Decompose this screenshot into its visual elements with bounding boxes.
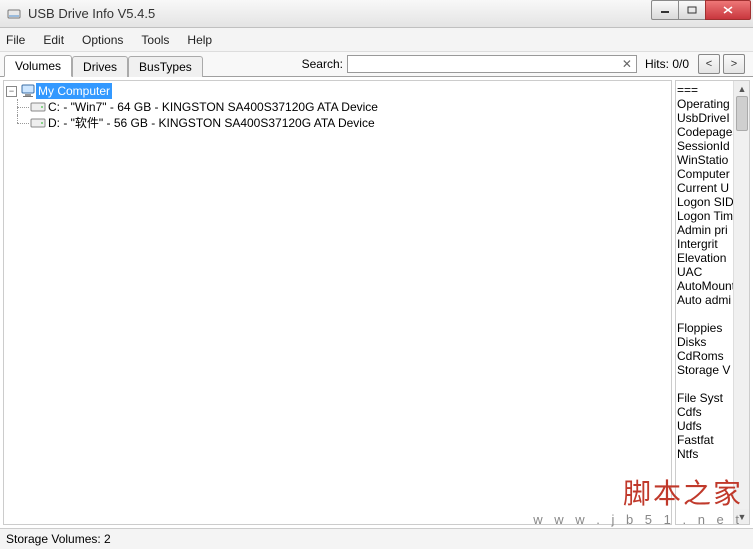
window-controls bbox=[652, 0, 751, 20]
collapse-icon[interactable]: − bbox=[6, 86, 17, 97]
search-area: Search: ✕ Hits: 0/0 < > bbox=[302, 52, 753, 76]
title-bar: USB Drive Info V5.4.5 bbox=[0, 0, 753, 28]
close-button[interactable] bbox=[705, 0, 751, 20]
tree-pane[interactable]: − My Computer C: - "Win7" - 64 GB - KING… bbox=[3, 80, 672, 525]
hits-label: Hits: 0/0 bbox=[645, 57, 689, 71]
tree-item-label: C: - "Win7" - 64 GB - KINGSTON SA400S371… bbox=[48, 99, 378, 115]
tree-root-row[interactable]: − My Computer bbox=[6, 83, 669, 99]
tab-drives[interactable]: Drives bbox=[72, 56, 128, 77]
next-hit-button[interactable]: > bbox=[723, 54, 745, 74]
main-area: − My Computer C: - "Win7" - 64 GB - KING… bbox=[0, 77, 753, 529]
menu-help[interactable]: Help bbox=[187, 33, 212, 47]
menu-file[interactable]: File bbox=[6, 33, 25, 47]
scroll-down-icon[interactable]: ▼ bbox=[734, 509, 750, 524]
computer-icon bbox=[20, 83, 36, 99]
prev-hit-button[interactable]: < bbox=[698, 54, 720, 74]
menu-bar: File Edit Options Tools Help bbox=[0, 28, 753, 52]
maximize-button[interactable] bbox=[678, 0, 706, 20]
scrollbar[interactable]: ▲ ▼ bbox=[733, 81, 749, 524]
window-title: USB Drive Info V5.4.5 bbox=[28, 6, 155, 21]
tree-item-label: D: - "软件" - 56 GB - KINGSTON SA400S37120… bbox=[48, 115, 375, 131]
tree-root-label[interactable]: My Computer bbox=[36, 83, 112, 99]
minimize-button[interactable] bbox=[651, 0, 679, 20]
tree-item-d[interactable]: D: - "软件" - 56 GB - KINGSTON SA400S37120… bbox=[6, 115, 669, 131]
tree-connector bbox=[12, 99, 30, 115]
drive-icon bbox=[30, 101, 46, 113]
tree-item-c[interactable]: C: - "Win7" - 64 GB - KINGSTON SA400S371… bbox=[6, 99, 669, 115]
search-label: Search: bbox=[302, 57, 343, 71]
tab-volumes[interactable]: Volumes bbox=[4, 55, 72, 77]
info-pane[interactable]: ===OperatingUsbDriveICodepagesSessionIdW… bbox=[675, 80, 750, 525]
toolbar: Volumes Drives BusTypes Search: ✕ Hits: … bbox=[0, 52, 753, 77]
tab-strip: Volumes Drives BusTypes bbox=[4, 54, 203, 76]
menu-edit[interactable]: Edit bbox=[43, 33, 64, 47]
search-input[interactable]: ✕ bbox=[347, 55, 637, 73]
status-text: Storage Volumes: 2 bbox=[6, 532, 111, 546]
menu-options[interactable]: Options bbox=[82, 33, 123, 47]
scroll-up-icon[interactable]: ▲ bbox=[734, 81, 750, 96]
clear-search-icon[interactable]: ✕ bbox=[622, 57, 632, 71]
tree-connector bbox=[12, 115, 30, 131]
scroll-thumb[interactable] bbox=[736, 96, 748, 131]
drive-icon bbox=[30, 117, 46, 129]
status-bar: Storage Volumes: 2 bbox=[0, 529, 753, 549]
menu-tools[interactable]: Tools bbox=[141, 33, 169, 47]
app-icon bbox=[6, 6, 22, 22]
tab-bustypes[interactable]: BusTypes bbox=[128, 56, 203, 77]
